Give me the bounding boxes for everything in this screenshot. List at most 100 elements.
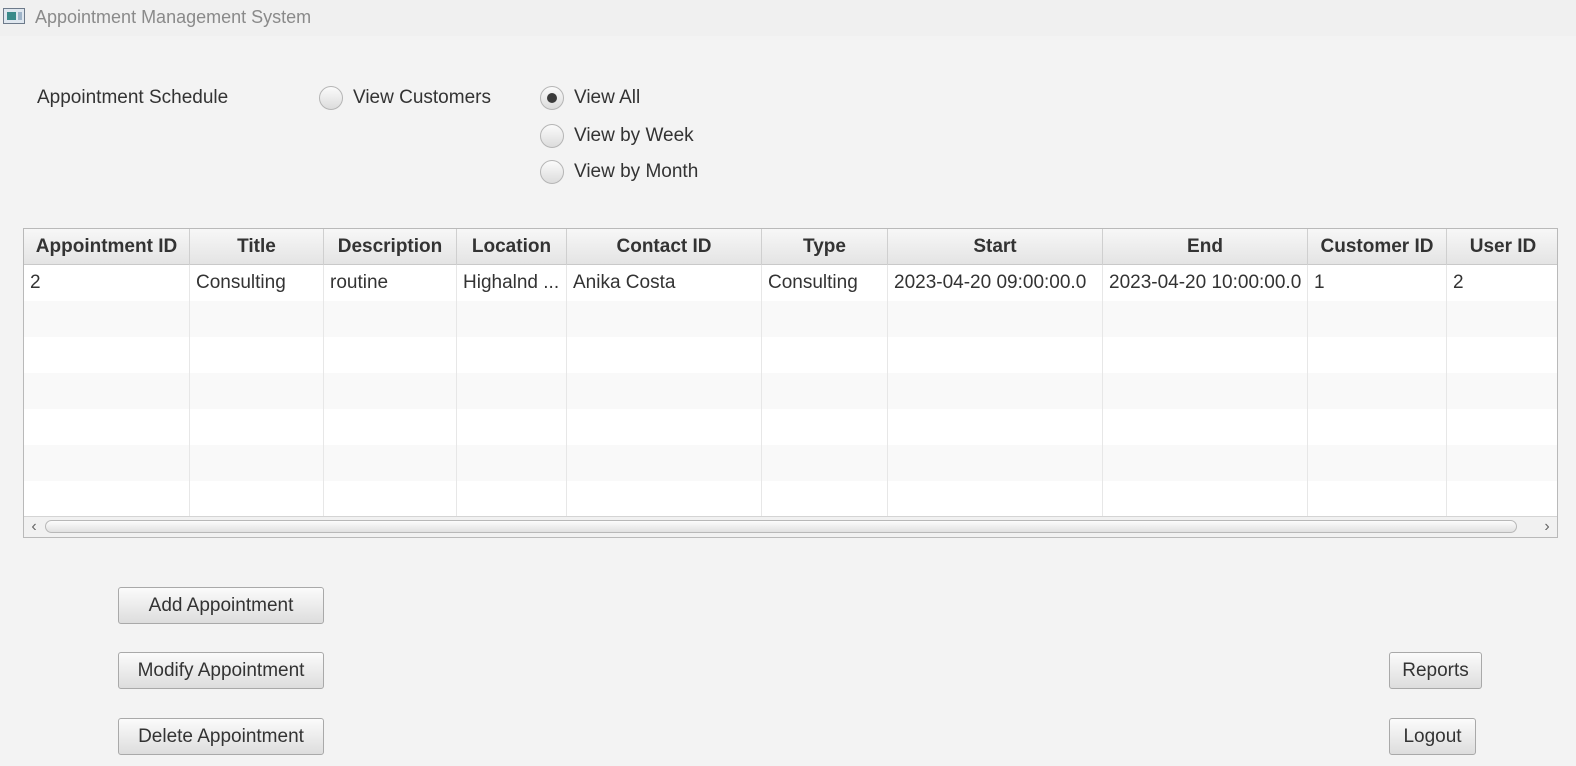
add-appointment-button[interactable]: Add Appointment xyxy=(118,587,324,624)
empty-cell xyxy=(762,445,888,481)
empty-cell xyxy=(1308,337,1447,373)
logout-button[interactable]: Logout xyxy=(1389,718,1476,755)
empty-cell xyxy=(1447,373,1557,409)
empty-cell xyxy=(1308,373,1447,409)
empty-cell xyxy=(1103,301,1308,337)
column-header-user-id[interactable]: User ID xyxy=(1447,229,1557,265)
view-by-month-radio[interactable]: View by Month xyxy=(540,160,698,184)
empty-cell xyxy=(457,445,567,481)
table-row-empty xyxy=(24,301,1557,337)
view-customers-radio[interactable]: View Customers xyxy=(319,86,491,110)
radio-circle-selected[interactable] xyxy=(540,86,564,110)
empty-cell xyxy=(567,337,762,373)
cell-appointment-id: 2 xyxy=(24,265,190,301)
empty-cell xyxy=(567,301,762,337)
table-row-empty xyxy=(24,409,1557,445)
modify-appointment-button[interactable]: Modify Appointment xyxy=(118,652,324,689)
column-header-appointment-id[interactable]: Appointment ID xyxy=(24,229,190,265)
empty-cell xyxy=(324,445,457,481)
app-window-icon xyxy=(3,8,25,24)
empty-cell xyxy=(888,337,1103,373)
column-header-type[interactable]: Type xyxy=(762,229,888,265)
empty-cell xyxy=(1103,481,1308,517)
empty-cell xyxy=(24,301,190,337)
chevron-left-icon[interactable]: ‹ xyxy=(25,517,43,537)
column-header-title[interactable]: Title xyxy=(190,229,324,265)
empty-cell xyxy=(24,337,190,373)
empty-cell xyxy=(567,481,762,517)
empty-cell xyxy=(457,409,567,445)
cell-contact-id: Anika Costa xyxy=(567,265,762,301)
scrollbar-thumb[interactable] xyxy=(45,520,1517,533)
empty-cell xyxy=(888,301,1103,337)
empty-cell xyxy=(762,301,888,337)
empty-cell xyxy=(324,481,457,517)
column-header-contact-id[interactable]: Contact ID xyxy=(567,229,762,265)
empty-cell xyxy=(762,373,888,409)
empty-cell xyxy=(762,409,888,445)
radio-circle[interactable] xyxy=(540,160,564,184)
chevron-right-icon[interactable]: › xyxy=(1538,517,1556,537)
view-by-month-label: View by Month xyxy=(574,161,699,182)
view-all-label: View All xyxy=(574,87,641,108)
empty-cell xyxy=(324,337,457,373)
column-header-start[interactable]: Start xyxy=(888,229,1103,265)
table-header: Appointment ID Title Description Locatio… xyxy=(24,229,1557,265)
empty-cell xyxy=(762,481,888,517)
empty-cell xyxy=(888,481,1103,517)
table-row-empty xyxy=(24,337,1557,373)
empty-cell xyxy=(190,301,324,337)
empty-cell xyxy=(190,373,324,409)
empty-cell xyxy=(457,373,567,409)
table-row[interactable]: 2 Consulting routine Highalnd ... Anika … xyxy=(24,265,1557,301)
horizontal-scrollbar[interactable]: ‹ › xyxy=(24,516,1557,537)
radio-circle[interactable] xyxy=(540,124,564,148)
empty-cell xyxy=(1447,409,1557,445)
empty-cell xyxy=(1103,337,1308,373)
empty-cell xyxy=(190,337,324,373)
empty-cell xyxy=(888,409,1103,445)
view-all-radio[interactable]: View All xyxy=(540,86,640,110)
empty-cell xyxy=(1103,445,1308,481)
column-header-location[interactable]: Location xyxy=(457,229,567,265)
empty-cell xyxy=(1308,445,1447,481)
table-body: 2 Consulting routine Highalnd ... Anika … xyxy=(24,265,1557,517)
cell-title: Consulting xyxy=(190,265,324,301)
empty-cell xyxy=(1447,301,1557,337)
view-by-week-radio[interactable]: View by Week xyxy=(540,124,694,148)
table-row-empty xyxy=(24,373,1557,409)
delete-appointment-button[interactable]: Delete Appointment xyxy=(118,718,324,755)
title-bar: Appointment Management System xyxy=(0,0,1576,36)
empty-cell xyxy=(1447,481,1557,517)
table-row-empty xyxy=(24,481,1557,517)
empty-cell xyxy=(190,445,324,481)
empty-cell xyxy=(762,337,888,373)
column-header-customer-id[interactable]: Customer ID xyxy=(1308,229,1447,265)
cell-customer-id: 1 xyxy=(1308,265,1447,301)
reports-button[interactable]: Reports xyxy=(1389,652,1482,689)
empty-cell xyxy=(567,409,762,445)
empty-cell xyxy=(888,373,1103,409)
cell-description: routine xyxy=(324,265,457,301)
empty-cell xyxy=(24,445,190,481)
radio-circle[interactable] xyxy=(319,86,343,110)
column-header-description[interactable]: Description xyxy=(324,229,457,265)
empty-cell xyxy=(1103,409,1308,445)
table-row-empty xyxy=(24,445,1557,481)
empty-cell xyxy=(1447,445,1557,481)
empty-cell xyxy=(1308,481,1447,517)
empty-cell xyxy=(190,481,324,517)
empty-cell xyxy=(1308,409,1447,445)
empty-cell xyxy=(457,301,567,337)
empty-cell xyxy=(567,373,762,409)
window-title: Appointment Management System xyxy=(35,7,312,27)
cell-type: Consulting xyxy=(762,265,888,301)
empty-cell xyxy=(457,481,567,517)
empty-cell xyxy=(324,373,457,409)
empty-cell xyxy=(24,373,190,409)
appointments-table[interactable]: Appointment ID Title Description Locatio… xyxy=(23,228,1558,538)
empty-cell xyxy=(888,445,1103,481)
column-header-end[interactable]: End xyxy=(1103,229,1308,265)
empty-cell xyxy=(457,337,567,373)
cell-location: Highalnd ... xyxy=(457,265,567,301)
